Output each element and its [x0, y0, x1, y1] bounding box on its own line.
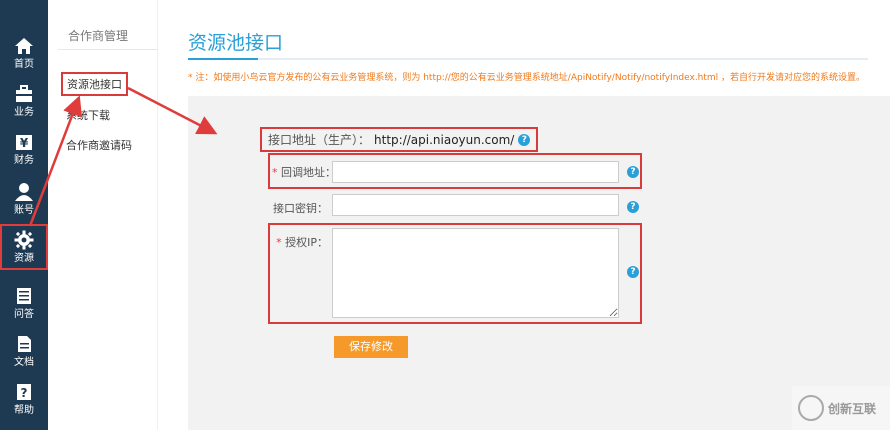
nav-item-label: 文档: [14, 357, 34, 368]
nav-item-label: 资源: [14, 253, 34, 264]
submenu-item-resource-pool-api[interactable]: 资源池接口: [61, 72, 128, 96]
nav-item-qa[interactable]: 问答: [0, 280, 48, 326]
form-panel: 接口地址（生产）： http://api.niaoyun.com/ ? * 回调…: [188, 96, 890, 430]
submenu-title: 合作商管理: [68, 29, 129, 43]
list-icon: [17, 288, 31, 304]
page-title: 资源池接口: [188, 32, 284, 54]
watermark: 创新互联: [792, 386, 890, 430]
callback-label: * 回调地址：: [272, 166, 336, 179]
submenu-item-system-download[interactable]: 系统下载: [66, 107, 110, 123]
svg-text:¥: ¥: [20, 136, 29, 150]
nav-item-label: 财务: [14, 155, 34, 166]
watermark-text: 创新互联: [828, 401, 877, 416]
yen-icon: ¥: [16, 135, 32, 150]
help-icon[interactable]: ?: [627, 166, 639, 178]
nav-item-label: 问答: [14, 309, 34, 320]
help-icon[interactable]: ?: [627, 266, 639, 278]
main-nav: 首页 业务 ¥ 财务 账号 资源 问答 文档 ? 帮助: [0, 0, 48, 430]
main-content: 资源池接口 * 注：如使用小鸟云官方发布的公有云业务管理系统，则为 http:/…: [158, 0, 890, 430]
watermark-logo-icon: [798, 395, 824, 421]
nav-item-business[interactable]: 业务: [0, 78, 48, 124]
ip-label: * 授权IP：: [276, 236, 328, 249]
nav-item-finance[interactable]: ¥ 财务: [0, 126, 48, 172]
save-button[interactable]: 保存修改: [334, 336, 408, 358]
svg-text:?: ?: [21, 386, 28, 400]
divider: [188, 58, 868, 60]
divider: [58, 49, 158, 50]
api-address-row: 接口地址（生产）： http://api.niaoyun.com/ ?: [260, 127, 539, 152]
gear-icon: [14, 230, 34, 250]
user-icon: [15, 183, 33, 201]
help-icon[interactable]: ?: [518, 133, 531, 146]
nav-item-label: 首页: [14, 59, 34, 70]
nav-item-help[interactable]: ? 帮助: [0, 376, 48, 422]
nav-item-label: 帮助: [14, 405, 34, 416]
nav-item-resources[interactable]: 资源: [0, 224, 48, 270]
submenu-item-partner-invite-code[interactable]: 合作商邀请码: [66, 137, 132, 153]
nav-item-account[interactable]: 账号: [0, 176, 48, 222]
api-address-label: 接口地址（生产）：: [268, 133, 371, 147]
briefcase-icon: [16, 85, 32, 102]
callback-url-input[interactable]: [332, 161, 619, 183]
nav-item-label: 业务: [14, 107, 34, 118]
nav-item-docs[interactable]: 文档: [0, 328, 48, 374]
help-icon[interactable]: ?: [627, 201, 639, 213]
nav-item-label: 账号: [14, 205, 34, 216]
document-icon: [18, 336, 31, 352]
question-icon: ?: [17, 384, 31, 400]
nav-item-home[interactable]: 首页: [0, 30, 48, 76]
submenu: 合作商管理 资源池接口 系统下载 合作商邀请码: [48, 0, 158, 430]
home-icon: [15, 38, 33, 54]
secret-label: 接口密钥：: [273, 202, 328, 215]
authorized-ip-textarea[interactable]: [332, 228, 619, 318]
api-secret-input[interactable]: [332, 194, 619, 216]
notice-text: * 注：如使用小鸟云官方发布的公有云业务管理系统，则为 http://您的公有云…: [188, 73, 866, 83]
api-address-value: http://api.niaoyun.com/: [374, 132, 515, 147]
